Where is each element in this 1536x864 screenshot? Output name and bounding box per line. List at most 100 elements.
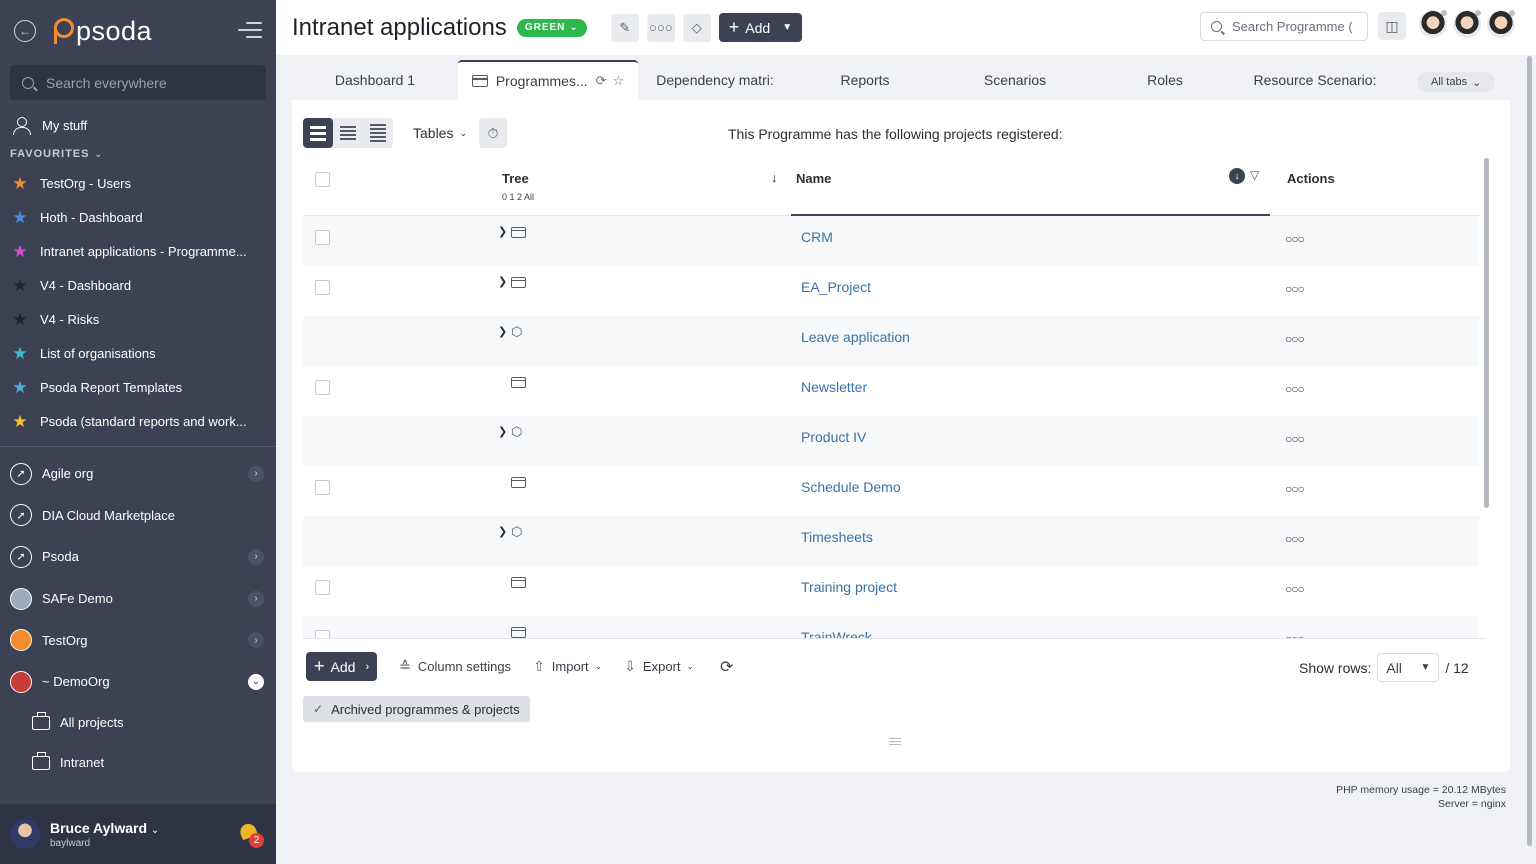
sidebar-org-item[interactable]: ➚ Agile org › <box>0 453 276 495</box>
history-button[interactable]: ⏱ <box>479 118 508 148</box>
column-settings-button[interactable]: ≙ Column settings <box>399 658 511 675</box>
row-actions-icon[interactable]: ○○○ <box>1285 332 1305 346</box>
project-name-link[interactable]: CRM <box>801 229 833 245</box>
project-name-link[interactable]: Newsletter <box>801 379 867 395</box>
view-compact-button[interactable] <box>333 118 363 148</box>
chevron-right-icon[interactable]: ❯ <box>498 225 507 238</box>
sidebar-favourite-item[interactable]: ★ Psoda Report Templates <box>0 370 276 404</box>
view-comfortable-button[interactable] <box>303 118 333 148</box>
chevron-right-icon[interactable]: ❯ <box>498 525 507 538</box>
row-actions-icon[interactable]: ○○○ <box>1285 532 1305 546</box>
select-all-checkbox[interactable] <box>315 172 330 187</box>
tab-dependency-matrix[interactable]: Dependency matri: <box>638 60 792 100</box>
row-checkbox[interactable] <box>315 580 330 595</box>
row-actions-icon[interactable]: ○○○ <box>1285 582 1305 596</box>
row-checkbox[interactable] <box>315 380 330 395</box>
collapse-sidebar-icon[interactable] <box>238 22 262 38</box>
tree-level-selector[interactable]: 0 1 2 All <box>502 192 534 202</box>
sidebar-org-item[interactable]: ~ DemoOrg ⌄ <box>0 661 276 703</box>
favourites-header[interactable]: FAVOURITES ⌄ <box>0 142 276 166</box>
sidebar-favourite-item[interactable]: ★ V4 - Risks <box>0 302 276 336</box>
chevron-right-icon[interactable]: › <box>248 590 264 607</box>
psoda-logo[interactable]: psoda <box>50 16 152 47</box>
sidebar-sub-item[interactable]: All projects <box>0 703 276 743</box>
status-badge[interactable]: GREEN ⌄ <box>516 18 587 37</box>
more-options-button[interactable]: ○○○ <box>646 13 675 42</box>
back-icon[interactable]: ← <box>14 20 36 42</box>
sidebar-org-item[interactable]: ➚ Psoda › <box>0 536 276 578</box>
sidebar-org-item[interactable]: ➚ DIA Cloud Marketplace <box>0 495 276 537</box>
chevron-right-icon[interactable]: › <box>248 632 264 649</box>
tab-roles[interactable]: Roles <box>1090 60 1240 100</box>
refresh-icon[interactable]: ⟳ <box>720 657 733 677</box>
tab-resource-scenarios[interactable]: Resource Scenario: <box>1240 60 1390 100</box>
project-name-link[interactable]: TrainWreck <box>801 629 872 638</box>
table-row[interactable]: ❯ ⬡ Timesheets ○○○ <box>303 516 1479 566</box>
import-dropdown[interactable]: ⇧ Import ⌄ <box>533 658 602 675</box>
sidebar-favourite-item[interactable]: ★ Hoth - Dashboard <box>0 200 276 234</box>
chevron-right-icon[interactable]: ❯ <box>498 425 507 438</box>
sidebar-favourite-item[interactable]: ★ Intranet applications - Programme... <box>0 234 276 268</box>
avatar[interactable] <box>1486 9 1516 39</box>
tag-button[interactable]: ◇ <box>682 13 711 42</box>
row-actions-icon[interactable]: ○○○ <box>1285 432 1305 446</box>
programme-search-input[interactable]: Search Programme ( <box>1200 12 1368 41</box>
export-dropdown[interactable]: ⇩ Export ⌄ <box>624 658 694 675</box>
table-row[interactable]: ❯ EA_Project ○○○ <box>303 266 1479 316</box>
sidebar-favourite-item[interactable]: ★ Psoda (standard reports and work... <box>0 404 276 438</box>
sort-descending-icon[interactable]: ↓ <box>1229 168 1245 184</box>
project-name-link[interactable]: Training project <box>801 579 897 595</box>
avatar[interactable] <box>1418 9 1448 39</box>
column-header-tree[interactable]: Tree <box>502 171 529 186</box>
refresh-icon[interactable]: ⟳ <box>596 73 607 89</box>
all-tabs-dropdown[interactable]: All tabs ⌄ <box>1417 72 1496 92</box>
tab-scenarios[interactable]: Scenarios <box>940 60 1090 100</box>
sidebar-search-input[interactable]: Search everywhere <box>10 65 266 100</box>
table-row[interactable]: Schedule Demo ○○○ <box>303 466 1479 516</box>
sidebar-favourite-item[interactable]: ★ V4 - Dashboard <box>0 268 276 302</box>
chevron-right-icon[interactable]: › <box>248 465 264 482</box>
table-row[interactable]: ❯ ⬡ Product IV ○○○ <box>303 416 1479 466</box>
current-user[interactable]: Bruce Aylward ⌄ baylward 2 <box>0 804 276 864</box>
project-name-link[interactable]: Timesheets <box>801 529 873 545</box>
table-row[interactable]: ❯ CRM ○○○ <box>303 216 1479 266</box>
row-checkbox[interactable] <box>315 630 330 638</box>
project-name-link[interactable]: EA_Project <box>801 279 871 295</box>
switch-layout-button[interactable]: ◫ <box>1378 12 1406 40</box>
page-scrollbar[interactable] <box>1527 56 1532 846</box>
project-name-link[interactable]: Schedule Demo <box>801 479 901 495</box>
table-scrollbar[interactable] <box>1484 158 1489 508</box>
table-row[interactable]: ❯ ⬡ Leave application ○○○ <box>303 316 1479 366</box>
rows-per-page-select[interactable]: All ▼ <box>1377 653 1440 682</box>
filter-icon[interactable]: ▽ <box>1250 168 1259 182</box>
sidebar-sub-item[interactable]: Intranet <box>0 743 276 783</box>
sort-arrow-icon[interactable]: ↓ <box>771 170 778 185</box>
chevron-right-icon[interactable]: ❯ <box>498 275 507 288</box>
avatar[interactable] <box>1452 9 1482 39</box>
chevron-right-icon[interactable]: › <box>248 548 264 565</box>
tab-reports[interactable]: Reports <box>790 60 940 100</box>
sidebar-favourite-item[interactable]: ★ TestOrg - Users <box>0 166 276 200</box>
sidebar-item-my-stuff[interactable]: My stuff <box>0 108 276 142</box>
sidebar-org-item[interactable]: SAFe Demo › <box>0 578 276 620</box>
resize-handle[interactable] <box>889 738 901 745</box>
tab-dashboard-1[interactable]: Dashboard 1 <box>292 60 458 100</box>
table-row[interactable]: Training project ○○○ <box>303 566 1479 616</box>
row-actions-icon[interactable]: ○○○ <box>1285 232 1305 246</box>
row-checkbox[interactable] <box>315 480 330 495</box>
archived-toggle-button[interactable]: ✓ Archived programmes & projects <box>303 696 530 722</box>
sidebar-favourite-item[interactable]: ★ List of organisations <box>0 336 276 370</box>
star-icon[interactable]: ☆ <box>613 73 625 89</box>
view-dense-button[interactable] <box>363 118 393 148</box>
column-header-name[interactable]: Name <box>796 171 831 186</box>
project-name-link[interactable]: Leave application <box>801 329 910 345</box>
row-actions-icon[interactable]: ○○○ <box>1285 282 1305 296</box>
chevron-down-icon[interactable]: ⌄ <box>248 673 264 690</box>
chevron-right-icon[interactable]: ❯ <box>498 325 507 338</box>
tab-programmes[interactable]: Programmes... ⟳ ☆ <box>458 60 638 100</box>
row-checkbox[interactable] <box>315 230 330 245</box>
project-name-link[interactable]: Product IV <box>801 429 866 445</box>
row-checkbox[interactable] <box>315 280 330 295</box>
add-button[interactable]: + Add ▼ <box>718 13 803 42</box>
row-actions-icon[interactable]: ○○○ <box>1285 482 1305 496</box>
